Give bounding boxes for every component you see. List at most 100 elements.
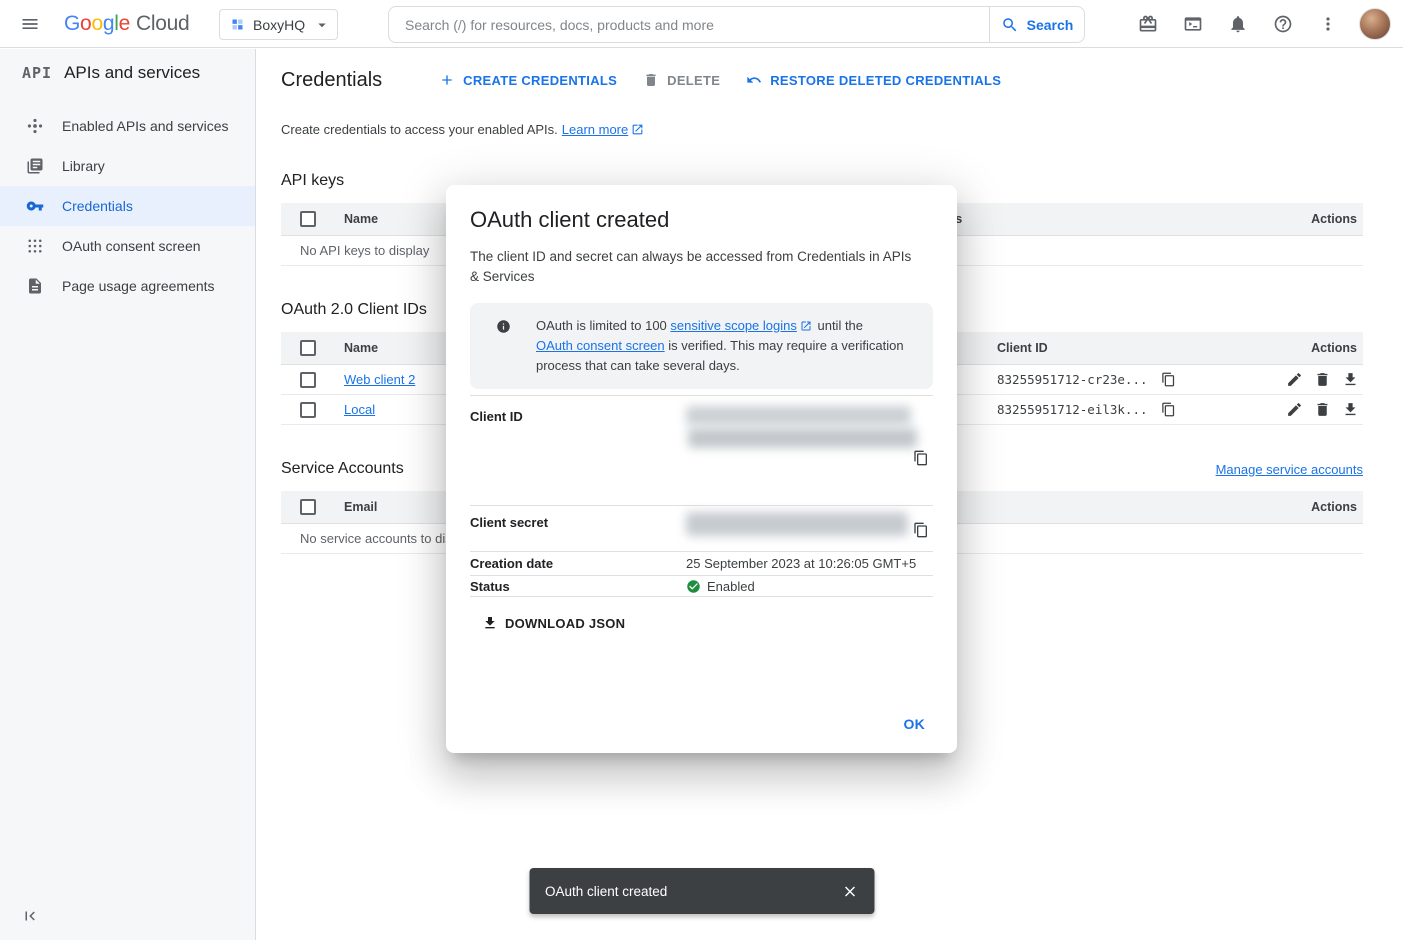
status-row: Status Enabled bbox=[470, 575, 933, 597]
credentials-toolbar: CREATE CREDENTIALS DELETE RESTORE DELETE… bbox=[439, 72, 1001, 88]
row-checkbox[interactable] bbox=[300, 402, 316, 418]
search-button[interactable]: Search bbox=[989, 7, 1084, 42]
column-actions: Actions bbox=[1243, 500, 1363, 514]
oauth-client-name-link[interactable]: Local bbox=[344, 402, 375, 417]
check-circle-icon bbox=[686, 579, 701, 594]
restore-deleted-credentials-button[interactable]: RESTORE DELETED CREDENTIALS bbox=[746, 72, 1001, 88]
sidebar-item-credentials[interactable]: Credentials bbox=[0, 186, 255, 226]
project-icon bbox=[230, 17, 245, 32]
sidebar-item-library[interactable]: Library bbox=[0, 146, 255, 186]
account-avatar[interactable] bbox=[1359, 8, 1391, 40]
dialog-fields: Client ID Client secret Creation date 25… bbox=[470, 395, 933, 597]
delete-oauth-client-button[interactable] bbox=[1311, 369, 1333, 391]
intro-text: Create credentials to access your enable… bbox=[281, 122, 1363, 137]
client-secret-redacted-value bbox=[686, 512, 908, 536]
external-link-icon bbox=[800, 320, 812, 332]
key-icon bbox=[25, 196, 45, 216]
column-actions: Actions bbox=[1243, 341, 1363, 355]
google-logotype: Google bbox=[64, 12, 130, 36]
column-client-id: Client ID bbox=[997, 341, 1243, 355]
oauth-client-name-link[interactable]: Web client 2 bbox=[344, 372, 415, 387]
help-button[interactable] bbox=[1263, 4, 1303, 44]
trash-icon bbox=[1314, 401, 1331, 418]
product-name: APIs and services bbox=[64, 63, 200, 83]
oauth-consent-screen-link[interactable]: OAuth consent screen bbox=[536, 336, 665, 356]
creation-date-value: 25 September 2023 at 10:26:05 GMT+5 bbox=[686, 556, 933, 571]
sidebar-item-page-usage-agreements[interactable]: Page usage agreements bbox=[0, 266, 255, 306]
cloud-wordmark: Cloud bbox=[136, 12, 189, 36]
download-oauth-client-button[interactable] bbox=[1339, 399, 1361, 421]
caret-down-icon bbox=[313, 16, 331, 34]
topbar-actions bbox=[1128, 4, 1391, 44]
google-cloud-logo[interactable]: Google Cloud bbox=[64, 0, 189, 48]
ok-button[interactable]: OK bbox=[894, 708, 936, 740]
trash-icon bbox=[643, 72, 659, 88]
sidebar-header: API APIs and services bbox=[0, 49, 255, 97]
column-actions: Actions bbox=[1243, 212, 1363, 226]
close-icon bbox=[842, 883, 859, 900]
enabled-apis-icon bbox=[25, 116, 45, 136]
select-all-checkbox[interactable] bbox=[300, 211, 316, 227]
collapse-left-icon bbox=[21, 907, 39, 925]
copy-client-id-button[interactable] bbox=[909, 446, 933, 470]
delete-button[interactable]: DELETE bbox=[643, 72, 720, 88]
download-oauth-client-button[interactable] bbox=[1339, 369, 1361, 391]
terminal-icon bbox=[1183, 14, 1203, 34]
bell-icon bbox=[1228, 14, 1248, 34]
snackbar-message: OAuth client created bbox=[545, 884, 667, 899]
creation-date-row: Creation date 25 September 2023 at 10:26… bbox=[470, 551, 933, 575]
edit-oauth-client-button[interactable] bbox=[1283, 399, 1305, 421]
more-options-button[interactable] bbox=[1308, 4, 1348, 44]
select-all-checkbox[interactable] bbox=[300, 499, 316, 515]
client-id-redacted-value bbox=[686, 406, 911, 425]
oauth-limit-notice: OAuth is limited to 100 sensitive scope … bbox=[470, 303, 933, 389]
menu-button[interactable] bbox=[14, 8, 46, 40]
notifications-button[interactable] bbox=[1218, 4, 1258, 44]
status-label: Status bbox=[470, 579, 686, 594]
free-trial-gift-button[interactable] bbox=[1128, 4, 1168, 44]
service-accounts-section-title: Service Accounts bbox=[281, 460, 404, 478]
client-id-label: Client ID bbox=[470, 396, 686, 505]
copy-icon bbox=[913, 522, 929, 538]
cloud-shell-button[interactable] bbox=[1173, 4, 1213, 44]
help-icon bbox=[1273, 14, 1293, 34]
page-title: Credentials bbox=[281, 69, 382, 92]
manage-service-accounts-link[interactable]: Manage service accounts bbox=[1216, 462, 1363, 477]
copy-icon bbox=[1161, 402, 1176, 417]
edit-oauth-client-button[interactable] bbox=[1283, 369, 1305, 391]
copy-client-id-button[interactable] bbox=[1158, 369, 1180, 391]
client-id-value: 83255951712-cr23e... bbox=[997, 372, 1148, 387]
undo-icon bbox=[746, 72, 762, 88]
oauth-client-created-dialog: OAuth client created The client ID and s… bbox=[446, 185, 957, 753]
learn-more-link[interactable]: Learn more bbox=[562, 122, 644, 137]
search-bar: Search bbox=[388, 6, 1085, 43]
snackbar-close-button[interactable] bbox=[832, 873, 868, 909]
search-input[interactable] bbox=[389, 7, 989, 42]
client-secret-row: Client secret bbox=[470, 505, 933, 551]
create-credentials-button[interactable]: CREATE CREDENTIALS bbox=[439, 72, 617, 88]
pencil-icon bbox=[1286, 371, 1303, 388]
external-link-icon bbox=[631, 123, 644, 136]
sidebar-nav: Enabled APIs and services Library Creden… bbox=[0, 97, 255, 306]
copy-client-id-button[interactable] bbox=[1158, 399, 1180, 421]
collapse-sidebar-button[interactable] bbox=[14, 900, 46, 932]
copy-icon bbox=[1161, 372, 1176, 387]
client-id-redacted-value bbox=[688, 428, 917, 448]
client-secret-label: Client secret bbox=[470, 506, 686, 551]
hamburger-icon bbox=[20, 14, 40, 34]
sidebar-item-oauth-consent-screen[interactable]: OAuth consent screen bbox=[0, 226, 255, 266]
download-json-button[interactable]: DOWNLOAD JSON bbox=[474, 607, 633, 639]
delete-oauth-client-button[interactable] bbox=[1311, 399, 1333, 421]
sidebar-item-enabled-apis[interactable]: Enabled APIs and services bbox=[0, 106, 255, 146]
gift-icon bbox=[1138, 14, 1158, 34]
row-checkbox[interactable] bbox=[300, 372, 316, 388]
client-id-row: Client ID bbox=[470, 395, 933, 505]
download-icon bbox=[1342, 401, 1359, 418]
select-all-checkbox[interactable] bbox=[300, 340, 316, 356]
pencil-icon bbox=[1286, 401, 1303, 418]
project-picker[interactable]: BoxyHQ bbox=[219, 9, 338, 40]
sensitive-scope-logins-link[interactable]: sensitive scope logins bbox=[670, 316, 813, 336]
api-product-logo: API bbox=[22, 64, 52, 82]
copy-client-secret-button[interactable] bbox=[909, 518, 933, 542]
download-icon bbox=[482, 615, 498, 631]
